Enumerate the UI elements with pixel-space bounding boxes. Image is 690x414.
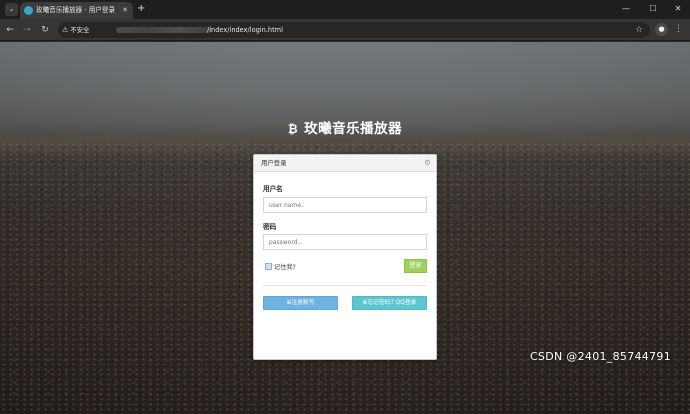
username-input[interactable] bbox=[263, 197, 427, 213]
register-button[interactable]: ⊕注册账号 bbox=[263, 296, 338, 310]
settings-gear-icon[interactable]: ⚙ bbox=[424, 157, 431, 169]
browser-menu-icon[interactable]: ⋮ bbox=[674, 23, 683, 36]
divider bbox=[263, 285, 427, 286]
new-tab-plus-icon[interactable]: + bbox=[137, 3, 145, 15]
tab-close-icon[interactable]: ✕ bbox=[122, 5, 128, 16]
browser-tab-strip: ⌄ 玫曦音乐播放器 - 用户登录 ✕ + — ☐ ✕ bbox=[0, 0, 690, 19]
profile-person-icon[interactable]: ● bbox=[655, 23, 668, 36]
blurred-host bbox=[116, 27, 212, 33]
browser-tab[interactable]: 玫曦音乐播放器 - 用户登录 ✕ bbox=[20, 2, 133, 19]
address-bar[interactable]: ⚠ 不安全 /index/index/login.html ☆ bbox=[58, 22, 650, 38]
login-button[interactable]: 登录 bbox=[404, 259, 427, 273]
tab-search-chevron-down-icon[interactable]: ⌄ bbox=[5, 3, 18, 16]
password-label: 密码 bbox=[263, 223, 277, 231]
forgot-password-qq-login-button[interactable]: ⊕忘记密码? QQ登录 bbox=[352, 296, 427, 310]
reload-icon[interactable]: ↻ bbox=[39, 23, 51, 37]
username-label: 用户名 bbox=[263, 185, 283, 193]
security-indicator[interactable]: ⚠ 不安全 bbox=[62, 24, 89, 36]
url-path: /index/index/login.html bbox=[207, 26, 283, 34]
site-brand: ₿ 玫曦音乐播放器 bbox=[0, 120, 690, 138]
remember-me-label: 记住我? bbox=[274, 264, 296, 271]
maximize-icon[interactable]: ☐ bbox=[645, 3, 661, 15]
csdn-watermark: CSDN @2401_85744791 bbox=[529, 350, 671, 363]
warning-triangle-icon: ⚠ bbox=[62, 26, 69, 34]
remember-me[interactable]: 记住我? bbox=[265, 263, 296, 273]
back-arrow-icon[interactable]: ← bbox=[4, 23, 16, 37]
favicon-icon bbox=[24, 6, 33, 15]
remember-me-checkbox[interactable] bbox=[265, 263, 272, 270]
site-title: 玫曦音乐播放器 bbox=[304, 121, 403, 137]
tab-title: 玫曦音乐播放器 - 用户登录 bbox=[36, 6, 116, 14]
login-panel: 用户登录 ⚙ 用户名 密码 记住我? 登录 ⊕注册账号 ⊕忘记密码? QQ登录 bbox=[253, 154, 437, 360]
browser-toolbar: ← → ↻ ⚠ 不安全 /index/index/login.html ☆ bbox=[0, 19, 690, 41]
minimize-icon[interactable]: — bbox=[618, 3, 634, 15]
window-close-icon[interactable]: ✕ bbox=[670, 3, 686, 15]
bitcoin-logo-icon: ₿ bbox=[287, 122, 299, 136]
password-input[interactable] bbox=[263, 234, 427, 250]
bookmark-star-icon[interactable]: ☆ bbox=[635, 23, 643, 37]
login-panel-header: 用户登录 ⚙ bbox=[254, 155, 436, 172]
login-panel-title: 用户登录 bbox=[261, 159, 287, 167]
forward-arrow-icon[interactable]: → bbox=[21, 23, 33, 37]
